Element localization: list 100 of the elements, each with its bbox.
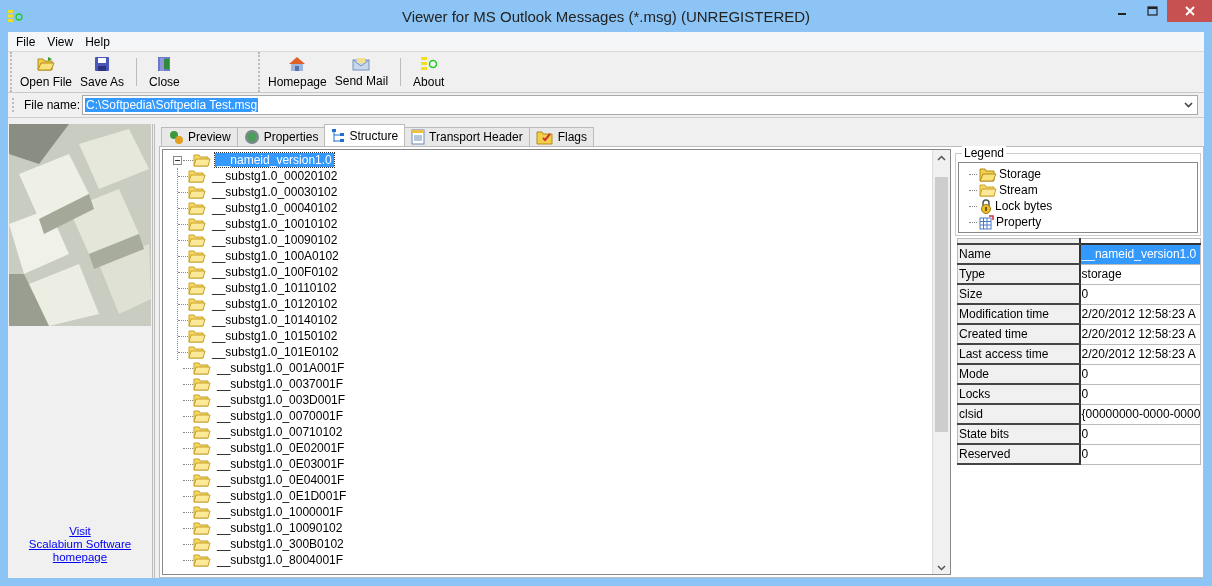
legend-label: Storage [999,167,1042,181]
window-title: Viewer for MS Outlook Messages (*.msg) (UNREGISTERED) [401,8,811,25]
property-name: Modification time [957,304,1080,324]
tree-item[interactable]: __substg1.0_10150102 [210,329,340,343]
tree-item[interactable]: __substg1.0_10090102 [215,521,345,535]
tree-item[interactable]: __substg1.0_0070001F [215,409,346,423]
folder-icon [188,185,206,199]
tree-item[interactable]: __substg1.0_0E02001F [215,441,347,455]
legend-title: Legend [962,146,1007,160]
scroll-up-icon[interactable] [937,155,946,161]
envelope-icon [352,56,371,71]
tree-item[interactable]: __substg1.0_10140102 [210,313,340,327]
folder-checklist-icon [535,129,554,145]
property-name: Type [957,264,1080,284]
tree-structure-icon [331,127,346,144]
folder-icon [193,473,211,487]
tree-item[interactable]: __substg1.0_0037001F [215,377,346,391]
toolbar-button[interactable]: Save As [76,52,129,92]
property-name: clsid [957,404,1080,424]
tree-item[interactable]: __substg1.0_00020102 [210,169,340,183]
property-name: State bits [957,424,1080,444]
grid-icon [979,214,994,230]
globe-icon [243,129,260,145]
folder-icon [188,313,206,327]
toolbar-button[interactable]: Send Mail [330,52,393,92]
folder-icon [188,329,206,343]
close-button[interactable] [1167,0,1212,22]
tab[interactable]: Properties [236,127,326,146]
open-folder-icon [979,166,997,182]
maximize-icon [1146,6,1158,16]
tree-item[interactable]: __substg1.0_0E04001F [215,473,347,487]
house-icon [288,55,307,72]
folder-icon [193,489,211,503]
folder-icon [193,521,211,535]
folder-icon [188,217,206,231]
tree-item[interactable]: __substg1.0_100A0102 [210,249,341,263]
tree-item[interactable]: __substg1.0_0E1D001F [215,489,349,503]
tree-item[interactable]: __substg1.0_00710102 [215,425,345,439]
tree-item[interactable]: __substg1.0_00030102 [210,185,340,199]
app-logo-icon [419,55,438,72]
door-icon [157,55,172,72]
tab[interactable]: Structure [324,124,406,146]
tab[interactable]: Preview [161,127,238,146]
property-name: Size [957,284,1080,304]
tree-item[interactable]: __substg1.0_003D001F [215,393,348,407]
folder-icon [37,55,55,72]
menu-item[interactable]: View [41,34,80,49]
folder-icon [188,169,206,183]
tree-item[interactable]: __substg1.0_8004001F [215,553,346,567]
toolbar-button[interactable]: About [409,52,449,92]
tab[interactable]: Transport Header [404,127,530,146]
toolbar-button[interactable]: Close [145,52,184,92]
tree-item[interactable]: __substg1.0_10120102 [210,297,340,311]
scroll-down-icon[interactable] [937,565,946,571]
minimize-icon [1118,13,1126,15]
dropdown-caret-icon[interactable] [1184,102,1193,108]
tab[interactable]: Flags [528,127,595,146]
folder-icon [193,153,211,167]
toolbar-button[interactable]: Open File [16,52,77,92]
folder-icon [193,505,211,519]
scrollbar[interactable] [932,150,950,574]
folder-icon [193,457,211,471]
tree-item[interactable]: __substg1.0_1000001F [215,505,346,519]
padlock-icon [979,198,993,214]
folder-icon [188,281,206,295]
folder-icon [193,393,211,407]
folder-icon [188,201,206,215]
folder-icon [188,265,206,279]
tree-item[interactable]: __substg1.0_10090102 [210,233,340,247]
folder-icon [193,425,211,439]
close-icon [1184,6,1195,16]
collapse-icon[interactable] [173,155,182,165]
folder-icon [193,553,211,567]
folder-icon [188,233,206,247]
folder-icon [979,183,997,197]
tree-item[interactable]: __substg1.0_0E03001F [215,457,347,471]
homepage-link[interactable]: Visit [69,525,91,538]
folder-icon [188,345,206,359]
menu-item[interactable]: File [10,34,42,49]
legend-label: Stream [999,183,1038,197]
homepage-link[interactable]: homepage [52,551,108,564]
tree-item[interactable]: __substg1.0_10010102 [210,217,340,231]
folder-icon [188,297,206,311]
menu-item[interactable]: Help [79,34,116,49]
tree-item[interactable]: __substg1.0_300B0102 [215,537,346,551]
tree-item[interactable]: __substg1.0_00040102 [210,201,340,215]
legend-label: Lock bytes [995,199,1053,213]
folder-icon [193,409,211,423]
folder-icon [193,537,211,551]
tree-item[interactable]: __substg1.0_101E0102 [210,345,341,359]
gears-icon [168,129,184,145]
folder-icon [193,377,211,391]
property-name: Created time [957,324,1080,344]
property-name: Last access time [957,344,1080,364]
tree-item[interactable]: __substg1.0_001A001F [215,361,347,375]
tree-item[interactable]: __substg1.0_100F0102 [210,265,341,279]
toolbar-button[interactable]: Homepage [264,52,331,92]
legend-label: Property [996,215,1042,229]
tree-item[interactable]: __substg1.0_10110102 [210,281,339,295]
homepage-link[interactable]: Scalabium Software [28,538,132,551]
